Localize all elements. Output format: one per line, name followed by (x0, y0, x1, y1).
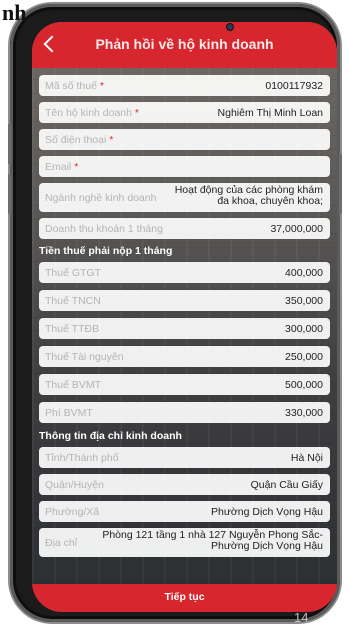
field-value: 400,000 (285, 267, 323, 279)
field-label: Số điện thoại * (45, 134, 114, 146)
side-button (339, 154, 342, 214)
field-label: Phí BVMT (45, 407, 93, 419)
address-field[interactable]: Địa chỉ Phòng 121 tầng 1 nhà 127 Nguyễn … (39, 528, 330, 557)
field-value: 37,000,000 (270, 223, 323, 235)
field-value: 0100117932 (265, 80, 323, 92)
field-value: 250,000 (285, 351, 323, 363)
field-label: Tỉnh/Thành phố (45, 452, 119, 464)
page-number: 14 (294, 610, 309, 625)
app-header: Phản hồi về hộ kinh doanh (32, 22, 337, 68)
ward-field[interactable]: Phường/Xã Phường Dịch Vọng Hậu (39, 501, 330, 522)
field-label: Doanh thu khoán 1 tháng (45, 223, 163, 235)
field-label: Phường/Xã (45, 506, 100, 518)
business-name-field[interactable]: Tên hộ kinh doanh * Nghiêm Thị Minh Loan (39, 102, 330, 123)
environment-fee-field[interactable]: Phí BVMT 330,000 (39, 402, 330, 423)
tax-section-title: Tiền thuế phải nộp 1 tháng (39, 245, 173, 257)
field-label: Quận/Huyện (45, 479, 104, 491)
field-value: Hoạt động của các phòng khám đa khoa, ch… (174, 184, 323, 207)
header-title: Phản hồi về hộ kinh doanh (95, 36, 274, 52)
field-label: Tên hộ kinh doanh * (45, 107, 139, 119)
app-screen: Phản hồi về hộ kinh doanh Mã số thuế * 0… (32, 22, 337, 612)
phone-frame: Phản hồi về hộ kinh doanh Mã số thuế * 0… (8, 4, 342, 622)
environment-tax-field[interactable]: Thuế BVMT 500,000 (39, 374, 330, 395)
field-value: 300,000 (285, 323, 323, 335)
vat-field[interactable]: Thuế GTGT 400,000 (39, 262, 330, 283)
field-value: Hà Nội (290, 452, 323, 464)
field-label: Thuế GTGT (45, 267, 102, 279)
field-value: 350,000 (285, 295, 323, 307)
field-label: Thuế TTĐB (45, 323, 100, 335)
province-field[interactable]: Tỉnh/Thành phố Hà Nội (39, 447, 330, 468)
field-label: Mã số thuế * (45, 80, 104, 92)
camera-icon (227, 24, 233, 30)
side-button (8, 174, 11, 214)
field-value: Phòng 121 tầng 1 nhà 127 Nguyễn Phong Sắ… (102, 529, 323, 552)
field-label: Email * (45, 161, 79, 173)
field-label: Ngành nghề kinh doanh (45, 192, 157, 204)
corner-text: nh (2, 0, 27, 25)
revenue-field[interactable]: Doanh thu khoán 1 tháng 37,000,000 (39, 218, 330, 239)
field-label: Thuế BVMT (45, 379, 102, 391)
income-tax-field[interactable]: Thuế TNCN 350,000 (39, 290, 330, 311)
industry-field[interactable]: Ngành nghề kinh doanh Hoạt động của các … (39, 183, 330, 212)
field-value: 330,000 (285, 407, 323, 419)
field-label: Thuế Tài nguyên (45, 351, 124, 363)
field-value: Nghiêm Thị Minh Loan (217, 107, 323, 119)
district-field[interactable]: Quận/Huyện Quận Cầu Giấy (39, 474, 330, 495)
field-label: Thuế TNCN (45, 295, 101, 307)
field-value: Phường Dịch Vọng Hậu (211, 506, 323, 518)
field-label: Địa chỉ (45, 537, 78, 549)
email-field[interactable]: Email * (39, 156, 330, 177)
field-value: 500,000 (285, 379, 323, 391)
phone-field[interactable]: Số điện thoại * (39, 129, 330, 150)
resource-tax-field[interactable]: Thuế Tài nguyên 250,000 (39, 346, 330, 367)
side-button (8, 124, 11, 164)
field-value: Quận Cầu Giấy (250, 479, 323, 491)
tax-code-field[interactable]: Mã số thuế * 0100117932 (39, 75, 330, 96)
continue-button[interactable]: Tiếp tục (32, 584, 337, 612)
special-tax-field[interactable]: Thuế TTĐB 300,000 (39, 318, 330, 339)
address-section-title: Thông tin địa chỉ kinh doanh (39, 430, 182, 442)
